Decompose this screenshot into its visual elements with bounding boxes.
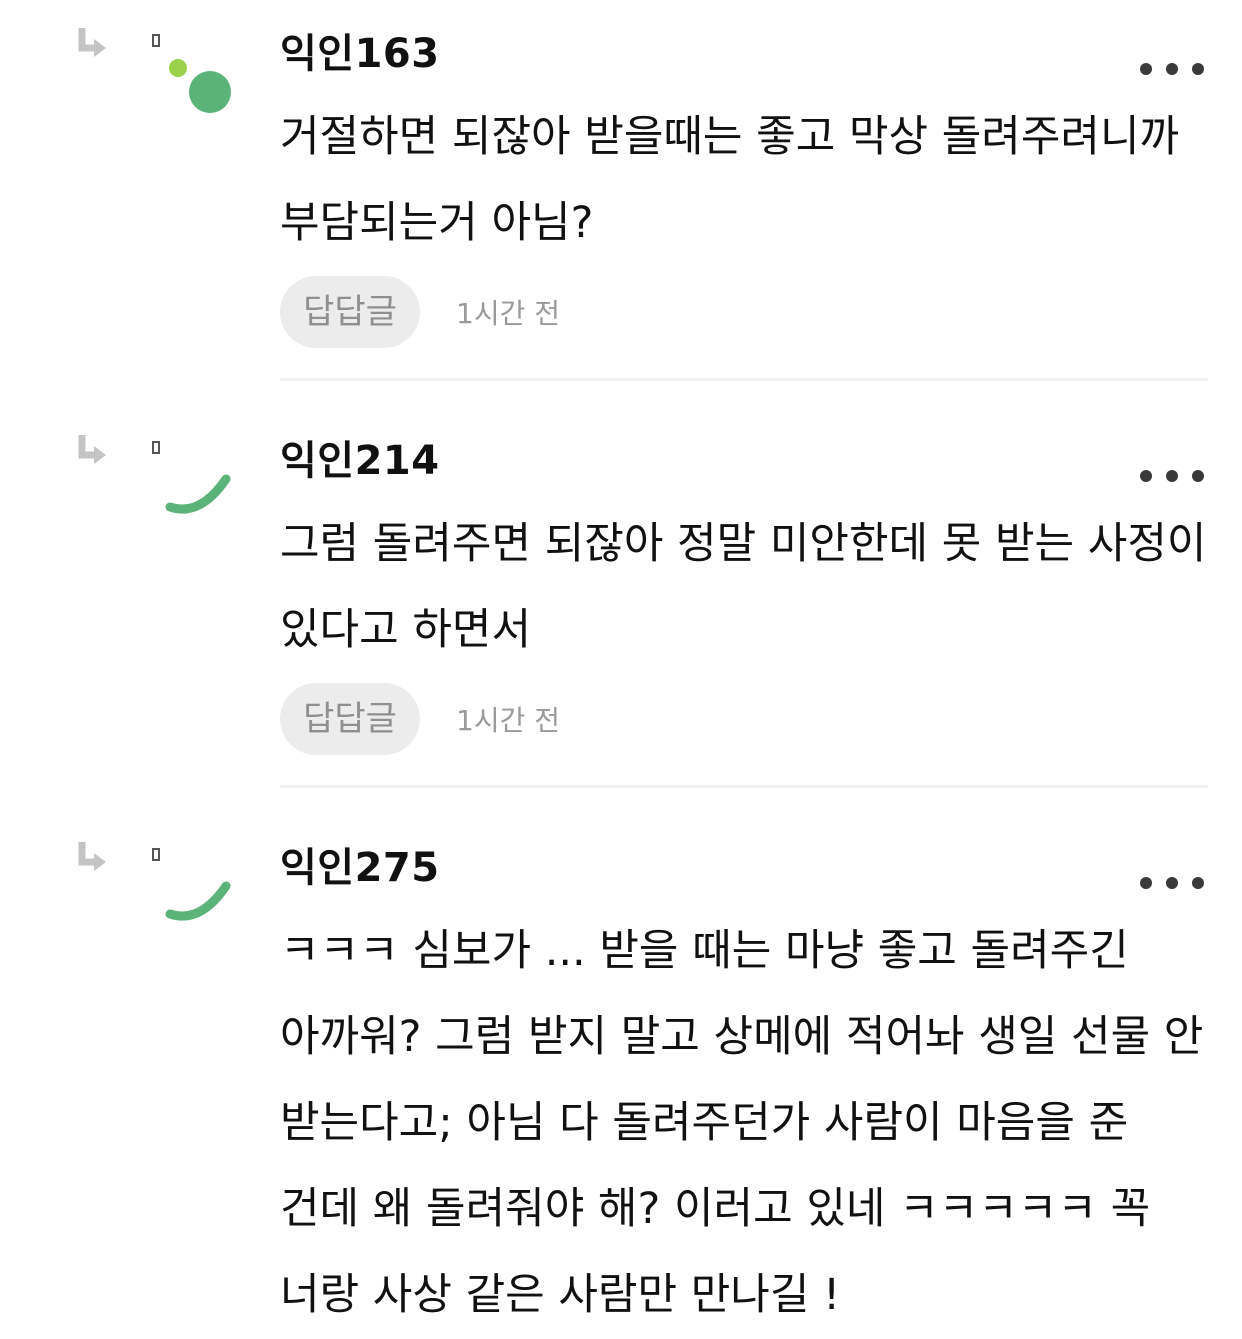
avatar[interactable] [160, 459, 240, 529]
reply-arrow-icon [78, 28, 106, 57]
marker-icon [152, 441, 160, 454]
more-options-icon[interactable] [1140, 872, 1204, 894]
divider [280, 378, 1208, 381]
more-options-icon[interactable] [1140, 465, 1204, 487]
comment-author[interactable]: 익인275 [280, 844, 440, 892]
reply-arrow-icon [78, 842, 106, 871]
comment-time: 1시간 전 [456, 704, 560, 737]
comment-item: 익인214 그럼 돌려주면 되잖아 정말 미안한데 못 받는 사정이 있다고 하… [0, 407, 1242, 789]
divider [280, 785, 1208, 788]
comment-item: 익인275 ㅋㅋㅋ 심보가 ... 받을 때는 마냥 좋고 돌려주긴 아까워? … [0, 814, 1242, 1339]
comment-author[interactable]: 익인163 [280, 30, 440, 78]
avatar[interactable] [160, 866, 240, 936]
more-options-icon[interactable] [1140, 58, 1204, 80]
comment-text: 거절하면 되잖아 받을때는 좋고 막상 돌려주려니까 부담되는거 아님? [280, 112, 1180, 248]
avatar[interactable] [160, 52, 240, 122]
reply-button[interactable]: 답답글 [280, 276, 420, 348]
comment-text: 그럼 돌려주면 되잖아 정말 미안한데 못 받는 사정이 있다고 하면서 [280, 519, 1207, 655]
marker-icon [152, 848, 160, 861]
comment-text: ㅋㅋㅋ 심보가 ... 받을 때는 마냥 좋고 돌려주긴 아까워? 그럼 받지 … [280, 926, 1204, 1320]
reply-button[interactable]: 답답글 [280, 683, 420, 755]
comment-item: 익인163 거절하면 되잖아 받을때는 좋고 막상 돌려주려니까 부담되는거 아… [0, 0, 1242, 382]
marker-icon [152, 34, 160, 47]
comment-author[interactable]: 익인214 [280, 437, 440, 485]
reply-arrow-icon [78, 435, 106, 464]
comment-time: 1시간 전 [456, 297, 560, 330]
